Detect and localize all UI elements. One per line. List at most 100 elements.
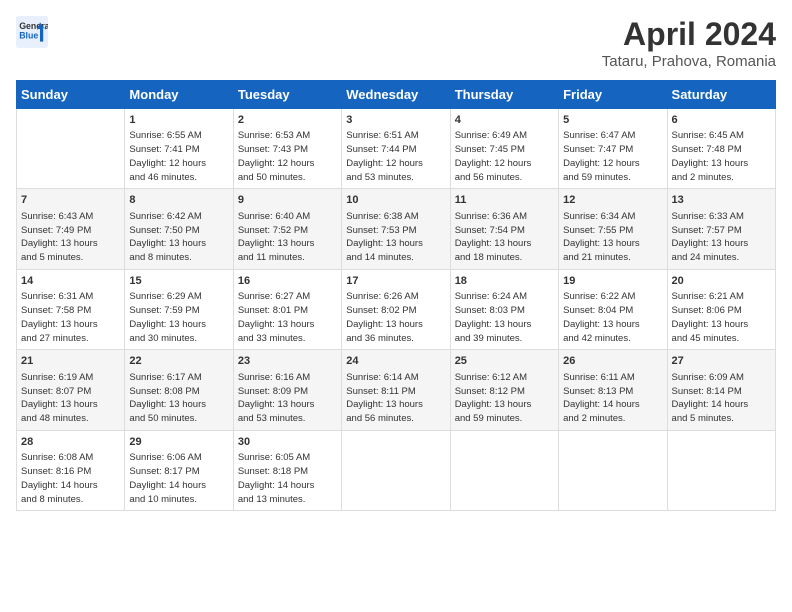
calendar-cell: 12 Sunrise: 6:34 AM Sunset: 7:55 PM Dayli…: [559, 189, 667, 269]
calendar-cell: 18Sunrise: 6:24 AM Sunset: 8:03 PM Dayli…: [450, 269, 558, 349]
cell-details: Sunrise: 6:11 AM Sunset: 8:13 PM Dayligh…: [563, 371, 662, 426]
cell-details: Sunrise: 6:53 AM Sunset: 7:43 PM Dayligh…: [238, 129, 337, 184]
day-number: 1: [129, 113, 228, 128]
svg-text:General: General: [19, 21, 48, 31]
calendar-cell: 4Sunrise: 6:49 AM Sunset: 7:45 PM Daylig…: [450, 109, 558, 189]
cell-details: Sunrise: 6:51 AM Sunset: 7:44 PM Dayligh…: [346, 129, 445, 184]
cell-details: Sunrise: 6:42 AM Sunset: 7:50 PM Dayligh…: [129, 210, 228, 265]
calendar-cell: [342, 430, 450, 510]
calendar-cell: 11 Sunrise: 6:36 AM Sunset: 7:54 PM Dayli…: [450, 189, 558, 269]
cell-details: Sunrise: 6:06 AM Sunset: 8:17 PM Dayligh…: [129, 451, 228, 506]
col-header-saturday: Saturday: [667, 81, 775, 109]
cell-details: Sunrise: 6:55 AM Sunset: 7:41 PM Dayligh…: [129, 129, 228, 184]
day-number: 16: [238, 274, 337, 289]
cell-details: Sunrise: 6:21 AM Sunset: 8:06 PM Dayligh…: [672, 290, 771, 345]
cell-details: Sunrise: 6:34 AM Sunset: 7:55 PM Dayligh…: [563, 210, 662, 265]
cell-details: Sunrise: 6:38 AM Sunset: 7:53 PM Dayligh…: [346, 210, 445, 265]
day-number: 13: [672, 193, 771, 208]
svg-text:Blue: Blue: [19, 30, 38, 40]
calendar-cell: 20Sunrise: 6:21 AM Sunset: 8:06 PM Dayli…: [667, 269, 775, 349]
day-number: 3: [346, 113, 445, 128]
week-row-5: 28Sunrise: 6:08 AM Sunset: 8:16 PM Dayli…: [17, 430, 776, 510]
day-number: 5: [563, 113, 662, 128]
day-number: 15: [129, 274, 228, 289]
col-header-tuesday: Tuesday: [233, 81, 341, 109]
calendar-cell: 29Sunrise: 6:06 AM Sunset: 8:17 PM Dayli…: [125, 430, 233, 510]
week-row-2: 7Sunrise: 6:43 AM Sunset: 7:49 PM Daylig…: [17, 189, 776, 269]
day-number: 24: [346, 354, 445, 369]
day-number: 27: [672, 354, 771, 369]
calendar-cell: 3Sunrise: 6:51 AM Sunset: 7:44 PM Daylig…: [342, 109, 450, 189]
day-number: 29: [129, 435, 228, 450]
day-number: 8: [129, 193, 228, 208]
calendar-cell: [17, 109, 125, 189]
cell-details: Sunrise: 6:16 AM Sunset: 8:09 PM Dayligh…: [238, 371, 337, 426]
col-header-wednesday: Wednesday: [342, 81, 450, 109]
calendar-cell: 1Sunrise: 6:55 AM Sunset: 7:41 PM Daylig…: [125, 109, 233, 189]
calendar-table: SundayMondayTuesdayWednesdayThursdayFrid…: [16, 80, 776, 511]
calendar-cell: 14Sunrise: 6:31 AM Sunset: 7:58 PM Dayli…: [17, 269, 125, 349]
cell-details: Sunrise: 6:12 AM Sunset: 8:12 PM Dayligh…: [455, 371, 554, 426]
cell-details: Sunrise: 6:24 AM Sunset: 8:03 PM Dayligh…: [455, 290, 554, 345]
calendar-cell: 8 Sunrise: 6:42 AM Sunset: 7:50 PM Daylig…: [125, 189, 233, 269]
calendar-cell: 2Sunrise: 6:53 AM Sunset: 7:43 PM Daylig…: [233, 109, 341, 189]
day-number: 9: [238, 193, 337, 208]
day-number: 30: [238, 435, 337, 450]
week-row-3: 14Sunrise: 6:31 AM Sunset: 7:58 PM Dayli…: [17, 269, 776, 349]
cell-details: Sunrise: 6:29 AM Sunset: 7:59 PM Dayligh…: [129, 290, 228, 345]
calendar-cell: 28Sunrise: 6:08 AM Sunset: 8:16 PM Dayli…: [17, 430, 125, 510]
cell-details: Sunrise: 6:17 AM Sunset: 8:08 PM Dayligh…: [129, 371, 228, 426]
day-number: 12: [563, 193, 662, 208]
day-number: 14: [21, 274, 120, 289]
day-number: 26: [563, 354, 662, 369]
header: General Blue April 2024 Tataru, Prahova,…: [16, 16, 776, 70]
logo: General Blue: [16, 16, 48, 48]
logo-icon: General Blue: [16, 16, 48, 48]
cell-details: Sunrise: 6:22 AM Sunset: 8:04 PM Dayligh…: [563, 290, 662, 345]
calendar-cell: 24 Sunrise: 6:14 AM Sunset: 8:11 PM Dayli…: [342, 350, 450, 430]
day-number: 10: [346, 193, 445, 208]
day-number: 7: [21, 193, 120, 208]
calendar-cell: 7Sunrise: 6:43 AM Sunset: 7:49 PM Daylig…: [17, 189, 125, 269]
calendar-cell: [450, 430, 558, 510]
cell-details: Sunrise: 6:05 AM Sunset: 8:18 PM Dayligh…: [238, 451, 337, 506]
cell-details: Sunrise: 6:49 AM Sunset: 7:45 PM Dayligh…: [455, 129, 554, 184]
week-row-1: 1Sunrise: 6:55 AM Sunset: 7:41 PM Daylig…: [17, 109, 776, 189]
calendar-cell: [667, 430, 775, 510]
day-number: 23: [238, 354, 337, 369]
day-number: 20: [672, 274, 771, 289]
calendar-cell: 13 Sunrise: 6:33 AM Sunset: 7:57 PM Dayli…: [667, 189, 775, 269]
cell-details: Sunrise: 6:45 AM Sunset: 7:48 PM Dayligh…: [672, 129, 771, 184]
cell-details: Sunrise: 6:33 AM Sunset: 7:57 PM Dayligh…: [672, 210, 771, 265]
day-number: 19: [563, 274, 662, 289]
col-header-monday: Monday: [125, 81, 233, 109]
cell-details: Sunrise: 6:09 AM Sunset: 8:14 PM Dayligh…: [672, 371, 771, 426]
calendar-cell: [559, 430, 667, 510]
calendar-cell: 30Sunrise: 6:05 AM Sunset: 8:18 PM Dayli…: [233, 430, 341, 510]
calendar-cell: 25Sunrise: 6:12 AM Sunset: 8:12 PM Dayli…: [450, 350, 558, 430]
day-number: 4: [455, 113, 554, 128]
calendar-cell: 26 Sunrise: 6:11 AM Sunset: 8:13 PM Dayli…: [559, 350, 667, 430]
day-number: 17: [346, 274, 445, 289]
calendar-cell: 9Sunrise: 6:40 AM Sunset: 7:52 PM Daylig…: [233, 189, 341, 269]
col-header-thursday: Thursday: [450, 81, 558, 109]
header-row: SundayMondayTuesdayWednesdayThursdayFrid…: [17, 81, 776, 109]
calendar-cell: 6Sunrise: 6:45 AM Sunset: 7:48 PM Daylig…: [667, 109, 775, 189]
cell-details: Sunrise: 6:36 AM Sunset: 7:54 PM Dayligh…: [455, 210, 554, 265]
day-number: 22: [129, 354, 228, 369]
cell-details: Sunrise: 6:31 AM Sunset: 7:58 PM Dayligh…: [21, 290, 120, 345]
col-header-sunday: Sunday: [17, 81, 125, 109]
cell-details: Sunrise: 6:08 AM Sunset: 8:16 PM Dayligh…: [21, 451, 120, 506]
cell-details: Sunrise: 6:19 AM Sunset: 8:07 PM Dayligh…: [21, 371, 120, 426]
day-number: 21: [21, 354, 120, 369]
day-number: 6: [672, 113, 771, 128]
calendar-cell: 22 Sunrise: 6:17 AM Sunset: 8:08 PM Dayli…: [125, 350, 233, 430]
calendar-cell: 15Sunrise: 6:29 AM Sunset: 7:59 PM Dayli…: [125, 269, 233, 349]
week-row-4: 21 Sunrise: 6:19 AM Sunset: 8:07 PM Dayli…: [17, 350, 776, 430]
col-header-friday: Friday: [559, 81, 667, 109]
main-title: April 2024: [602, 16, 776, 53]
day-number: 2: [238, 113, 337, 128]
day-number: 11: [455, 193, 554, 208]
cell-details: Sunrise: 6:14 AM Sunset: 8:11 PM Dayligh…: [346, 371, 445, 426]
calendar-cell: 19Sunrise: 6:22 AM Sunset: 8:04 PM Dayli…: [559, 269, 667, 349]
